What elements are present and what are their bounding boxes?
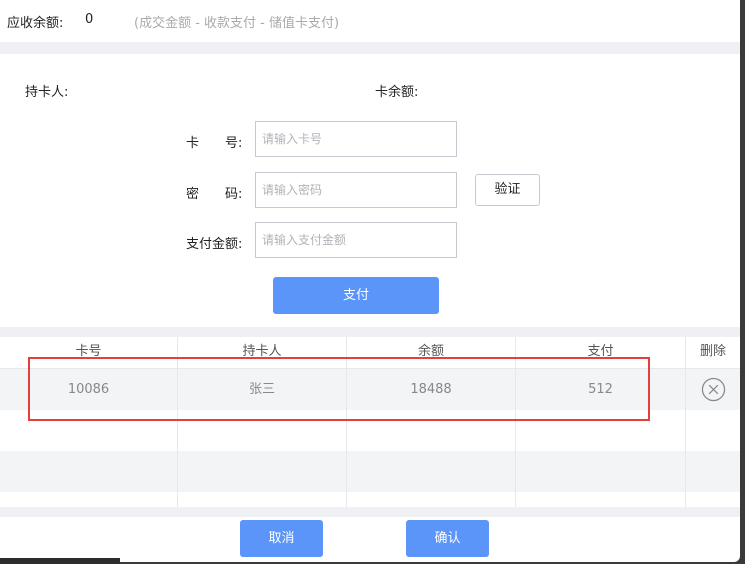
cell-empty (516, 451, 686, 492)
receivable-bar: 应收余额: 0 (成交金额 - 收款支付 - 储值卡支付) (0, 0, 740, 42)
receivable-label: 应收余额: (7, 16, 64, 31)
section-divider (0, 507, 740, 517)
cell-empty (686, 492, 740, 507)
pay-amount-label: 支付金额: (186, 237, 243, 252)
cancel-button[interactable]: 取消 (240, 520, 323, 557)
col-header-delete: 删除 (699, 344, 726, 359)
card-payment-table: 卡号 持卡人 余额 支付 删除 10086 张三 18488 512 (0, 337, 740, 507)
password-label: 密 码: (186, 187, 243, 202)
password-input[interactable] (255, 172, 457, 208)
table-row: 10086 张三 18488 512 (0, 369, 740, 410)
cell-empty (0, 410, 178, 451)
cell-card-number: 10086 (0, 369, 178, 410)
pay-amount-input[interactable] (255, 222, 457, 258)
card-payment-dialog: 应收余额: 0 (成交金额 - 收款支付 - 储值卡支付) 持卡人: 卡余额: … (0, 0, 740, 562)
cell-balance: 18488 (347, 369, 516, 410)
cell-empty (686, 410, 740, 451)
col-header-holder: 持卡人 (178, 337, 347, 369)
table-row-empty (0, 410, 740, 451)
cell-holder: 张三 (178, 369, 347, 410)
table-row-empty (0, 451, 740, 492)
delete-circle-x-icon[interactable] (701, 377, 726, 402)
cell-empty (0, 451, 178, 492)
cell-empty (347, 492, 516, 507)
card-balance-label: 卡余额: (375, 85, 419, 100)
cell-empty (347, 451, 516, 492)
col-header-payment: 支付 (516, 337, 686, 369)
background-window-edge (0, 558, 120, 564)
receivable-hint: (成交金额 - 收款支付 - 储值卡支付) (134, 16, 340, 31)
cell-empty (178, 492, 347, 507)
section-divider (0, 327, 740, 337)
cell-empty (686, 451, 740, 492)
cell-empty (347, 410, 516, 451)
col-header-balance: 余额 (347, 337, 516, 369)
card-holder-label: 持卡人: (25, 85, 69, 100)
card-number-input[interactable] (255, 121, 457, 157)
cell-empty (178, 451, 347, 492)
app-root: 应收余额: 0 (成交金额 - 收款支付 - 储值卡支付) 持卡人: 卡余额: … (0, 0, 745, 564)
confirm-button[interactable]: 确认 (406, 520, 489, 557)
section-divider (0, 42, 740, 54)
cell-empty (516, 410, 686, 451)
table-header: 卡号 持卡人 余额 支付 删除 (0, 337, 740, 369)
card-number-label: 卡 号: (186, 136, 243, 151)
cell-payment: 512 (516, 369, 686, 410)
cell-empty (0, 492, 178, 507)
cell-empty (516, 492, 686, 507)
cell-empty (178, 410, 347, 451)
col-header-card-number: 卡号 (0, 337, 178, 369)
receivable-value: 0 (85, 12, 94, 27)
table-row-empty (0, 492, 740, 507)
pay-button[interactable]: 支付 (273, 277, 439, 314)
verify-button[interactable]: 验证 (475, 174, 540, 206)
